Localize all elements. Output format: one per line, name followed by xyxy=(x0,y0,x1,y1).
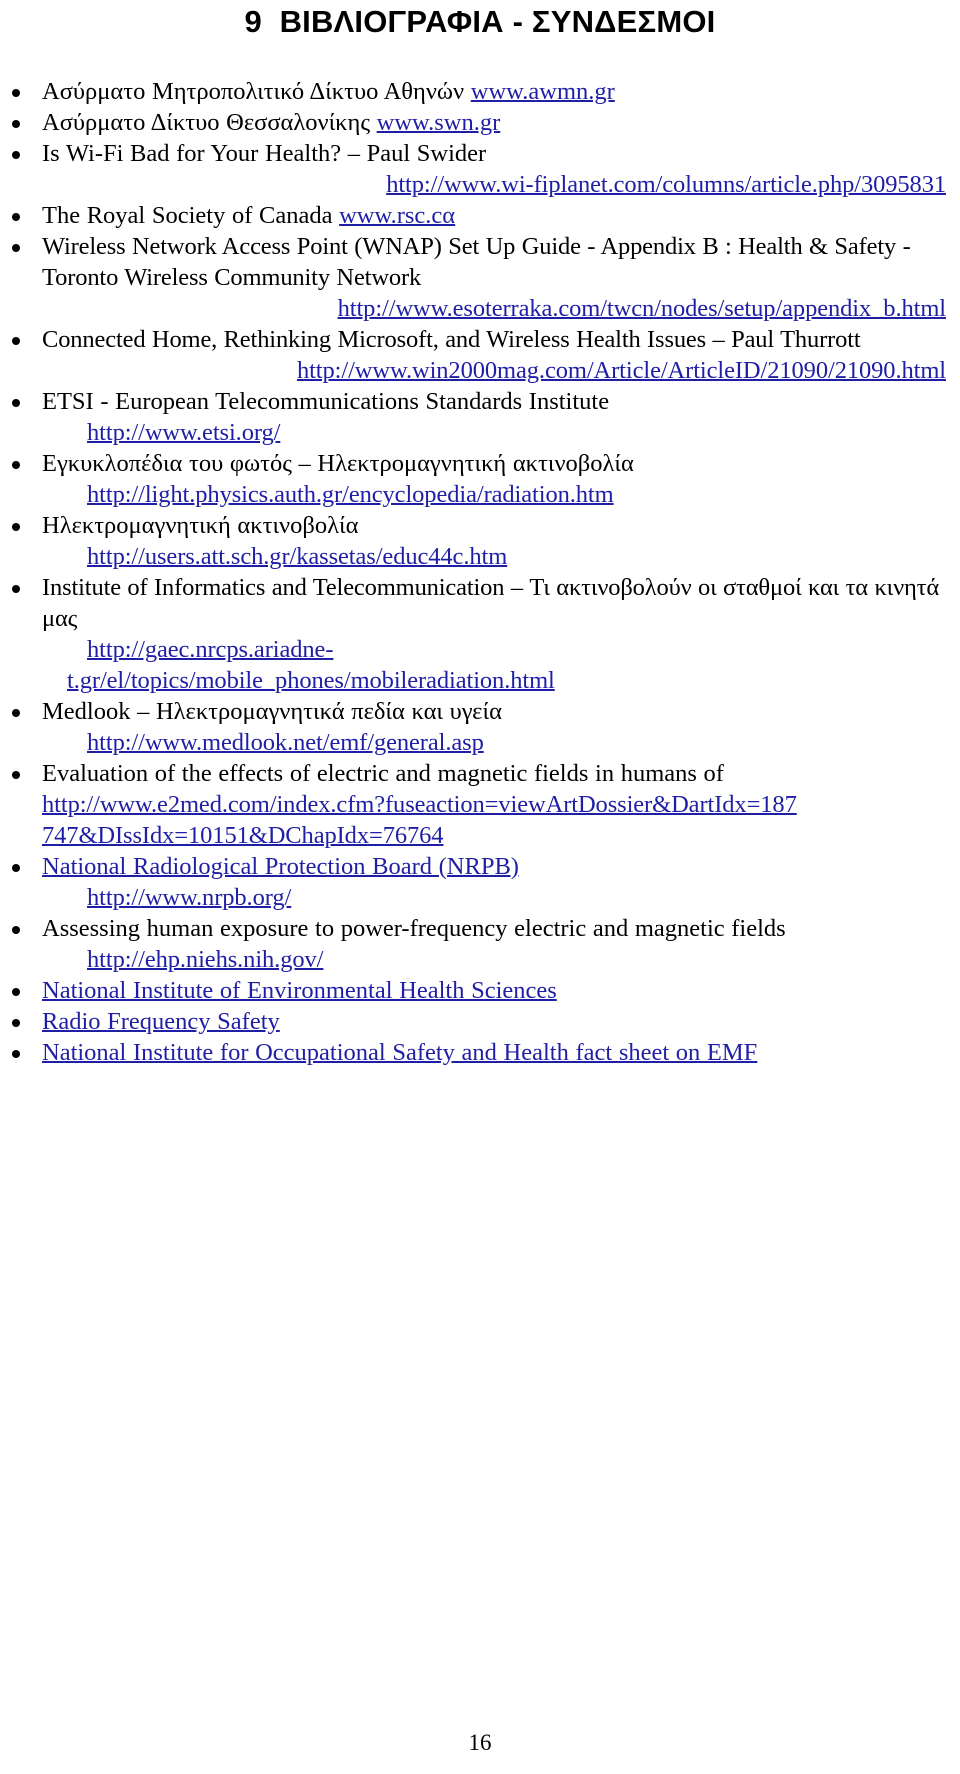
entry-label-link[interactable]: National Institute for Occupational Safe… xyxy=(42,1039,757,1066)
list-item: Is Wi-Fi Bad for Your Health? – Paul Swi… xyxy=(0,138,960,200)
list-item: Evaluation of the effects of electric an… xyxy=(0,758,960,851)
list-item: Wireless Network Access Point (WNAP) Set… xyxy=(0,231,960,324)
entry-url-continued[interactable]: 747&DIssIdx=10151&DChapIdx=76764 xyxy=(42,822,444,849)
entry-url[interactable]: http://www.nrpb.org/ xyxy=(87,884,291,911)
list-item: ETSI - European Telecommunications Stand… xyxy=(0,386,960,448)
list-item: Institute of Informatics and Telecommuni… xyxy=(0,572,960,696)
list-item: Ηλεκτρομαγνητική ακτινοβολία http://user… xyxy=(0,510,960,572)
entry-url[interactable]: http://www.win2000mag.com/Article/Articl… xyxy=(297,357,946,384)
entry-url[interactable]: http://www.esoterraka.com/twcn/nodes/set… xyxy=(338,295,946,322)
entry-label-link[interactable]: Radio Frequency Safety xyxy=(42,1008,280,1035)
entry-label: Ηλεκτρομαγνητική ακτινοβολία xyxy=(42,512,359,539)
list-item: National Institute for Occupational Safe… xyxy=(0,1037,960,1068)
entry-url-line: http://www.e2med.com/index.cfm?fuseactio… xyxy=(42,789,960,820)
entry-url-line-cont: 747&DIssIdx=10151&DChapIdx=76764 xyxy=(42,820,960,851)
entry-url-line: http://gaec.nrcps.ariadne- xyxy=(42,634,960,665)
entry-label-text: The Royal Society of Canada xyxy=(42,202,340,229)
entry-label: Εγκυκλοπέδια του φωτός – Ηλεκτρομαγνητικ… xyxy=(42,450,634,477)
entry-url[interactable]: http://ehp.niehs.nih.gov/ xyxy=(87,946,323,973)
entry-url-line: http://users.att.sch.gr/kassetas/educ44c… xyxy=(42,541,960,572)
entry-url-line: http://light.physics.auth.gr/encyclopedi… xyxy=(42,479,960,510)
list-item: Assessing human exposure to power-freque… xyxy=(0,913,960,975)
entry-label: Radio Frequency Safety xyxy=(42,1006,960,1037)
list-item: Connected Home, Rethinking Microsoft, an… xyxy=(0,324,960,386)
entry-label: National Radiological Protection Board (… xyxy=(42,851,960,882)
entry-inline-url[interactable]: www.awmn.gr xyxy=(471,78,615,105)
entry-url[interactable]: http://www.medlook.net/emf/general.asp xyxy=(87,729,484,756)
entry-label: The Royal Society of Canada www.rsc.cα xyxy=(42,200,960,231)
entry-url[interactable]: http://www.e2med.com/index.cfm?fuseactio… xyxy=(42,791,797,818)
entry-inline-url[interactable]: www.swn.gr xyxy=(377,109,501,136)
entry-label: Medlook – Ηλεκτρομαγνητικά πεδία και υγε… xyxy=(42,698,502,725)
entry-label-link[interactable]: National Radiological Protection Board (… xyxy=(42,853,519,880)
bibliography-list: Ασύρματο Μητροπολιτικό Δίκτυο Αθηνών www… xyxy=(0,76,960,1068)
list-item: Medlook – Ηλεκτρομαγνητικά πεδία και υγε… xyxy=(0,696,960,758)
entry-url-line: http://www.win2000mag.com/Article/Articl… xyxy=(42,355,960,386)
entry-url[interactable]: http://light.physics.auth.gr/encyclopedi… xyxy=(87,481,614,508)
entry-url-line: http://www.nrpb.org/ xyxy=(42,882,960,913)
list-item: National Radiological Protection Board (… xyxy=(0,851,960,913)
list-item: Ασύρματο Δίκτυο Θεσσαλονίκης www.swn.gr xyxy=(0,107,960,138)
entry-label: National Institute for Occupational Safe… xyxy=(42,1037,960,1068)
entry-url[interactable]: http://www.wi-fiplanet.com/columns/artic… xyxy=(386,171,946,198)
document-page: 9 ΒΙΒΛΙΟΓΡΑΦΙΑ - ΣΥΝΔΕΣΜΟΙ Ασύρματο Μητρ… xyxy=(0,4,960,1774)
entry-label: Institute of Informatics and Telecommuni… xyxy=(42,574,940,632)
list-item: Radio Frequency Safety xyxy=(0,1006,960,1037)
entry-label: National Institute of Environmental Heal… xyxy=(42,975,960,1006)
entry-label: Ασύρματο Δίκτυο Θεσσαλονίκης www.swn.gr xyxy=(42,107,960,138)
entry-inline-url[interactable]: www.rsc.cα xyxy=(339,202,455,229)
list-item: Ασύρματο Μητροπολιτικό Δίκτυο Αθηνών www… xyxy=(0,76,960,107)
page-title: 9 ΒΙΒΛΙΟΓΡΑΦΙΑ - ΣΥΝΔΕΣΜΟΙ xyxy=(244,4,716,39)
entry-url-continued[interactable]: t.gr/el/topics/mobile_phones/mobileradia… xyxy=(67,667,555,694)
entry-url[interactable]: http://gaec.nrcps.ariadne- xyxy=(87,636,333,663)
entry-label: Evaluation of the effects of electric an… xyxy=(42,760,724,787)
entry-url-line: http://www.etsi.org/ xyxy=(42,417,960,448)
entry-label: Connected Home, Rethinking Microsoft, an… xyxy=(42,326,861,353)
entry-label-text: Ασύρματο Μητροπολιτικό Δίκτυο Αθηνών xyxy=(42,78,471,105)
entry-label: ETSI - European Telecommunications Stand… xyxy=(42,388,610,415)
entry-label: Ασύρματο Μητροπολιτικό Δίκτυο Αθηνών www… xyxy=(42,76,960,107)
entry-url-line: http://www.wi-fiplanet.com/columns/artic… xyxy=(42,169,960,200)
entry-url-line: http://www.medlook.net/emf/general.asp xyxy=(42,727,960,758)
entry-label-text: Ασύρματο Δίκτυο Θεσσαλονίκης xyxy=(42,109,377,136)
entry-label: Wireless Network Access Point (WNAP) Set… xyxy=(42,233,911,291)
page-number: 16 xyxy=(468,1730,492,1755)
entry-url[interactable]: http://users.att.sch.gr/kassetas/educ44c… xyxy=(87,543,507,570)
entry-label-link[interactable]: National Institute of Environmental Heal… xyxy=(42,977,557,1004)
entry-url-line: http://www.esoterraka.com/twcn/nodes/set… xyxy=(42,293,960,324)
entry-label: Assessing human exposure to power-freque… xyxy=(42,915,786,942)
entry-url-line: http://ehp.niehs.nih.gov/ xyxy=(42,944,960,975)
title-spacer xyxy=(0,40,960,76)
list-item: National Institute of Environmental Heal… xyxy=(0,975,960,1006)
entry-label: Is Wi-Fi Bad for Your Health? – Paul Swi… xyxy=(42,140,487,167)
entry-url-line-cont: t.gr/el/topics/mobile_phones/mobileradia… xyxy=(42,665,960,696)
entry-url[interactable]: http://www.etsi.org/ xyxy=(87,419,280,446)
list-item: Εγκυκλοπέδια του φωτός – Ηλεκτρομαγνητικ… xyxy=(0,448,960,510)
list-item: The Royal Society of Canada www.rsc.cα xyxy=(0,200,960,231)
